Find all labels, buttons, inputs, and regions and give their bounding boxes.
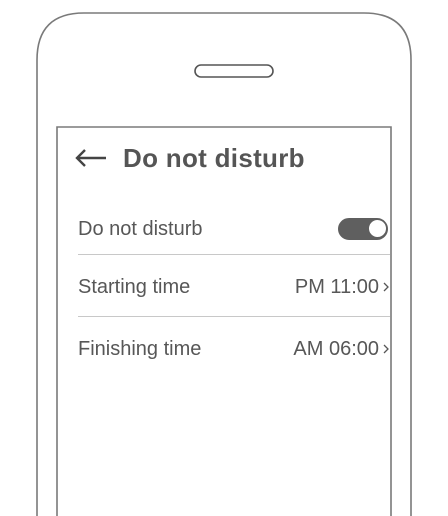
finishing-time-label: Finishing time — [78, 337, 202, 360]
starting-time-label: Starting time — [78, 275, 191, 298]
page-title: Do not disturb — [123, 142, 305, 173]
finishing-time-row[interactable]: Finishing time AM 06:00 — [78, 321, 390, 377]
starting-time-value: PM 11:00 — [294, 275, 379, 298]
earpiece-slot — [194, 64, 274, 78]
screen-header: Do not disturb — [75, 141, 305, 175]
chevron-right-icon — [382, 342, 390, 356]
chevron-right-icon — [382, 280, 390, 294]
toggle-knob — [368, 219, 387, 238]
do-not-disturb-label: Do not disturb — [78, 217, 203, 240]
divider — [78, 254, 390, 255]
do-not-disturb-toggle[interactable] — [338, 218, 388, 240]
finishing-time-value: AM 06:00 — [293, 337, 379, 360]
phone-mockup: Do not disturb Do not disturb Starting t… — [0, 0, 448, 516]
arrow-left-icon[interactable] — [75, 148, 107, 168]
starting-time-value-wrap: PM 11:00 — [295, 276, 390, 299]
finishing-time-value-wrap: AM 06:00 — [293, 338, 390, 361]
do-not-disturb-row[interactable]: Do not disturb — [78, 201, 390, 257]
starting-time-row[interactable]: Starting time PM 11:00 — [78, 259, 390, 315]
do-not-disturb-screen: Do not disturb Do not disturb Starting t… — [57, 127, 408, 516]
divider — [78, 316, 390, 317]
